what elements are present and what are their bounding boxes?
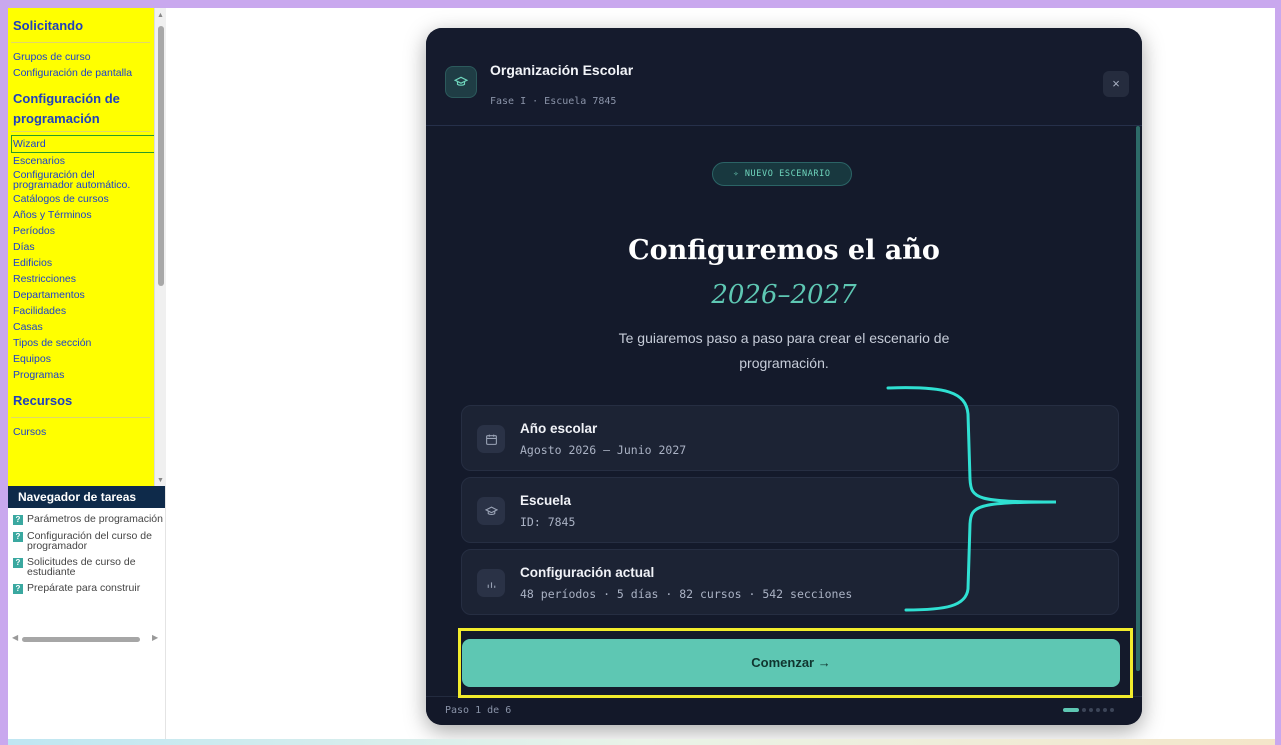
nav-item-edificios[interactable]: Edificios [8,255,154,271]
window-bottom-edge [8,739,1275,745]
wizard-year: 2026–2027 [711,280,857,310]
nav-item-casas[interactable]: Casas [8,319,154,335]
modal-scrollbar[interactable] [1136,126,1140,671]
modal-footer: Paso 1 de 6 [426,696,1142,725]
nav-item-tipos-de-seccion[interactable]: Tipos de sección [8,335,154,351]
nav-item-anos-y-terminos[interactable]: Años y Términos [8,207,154,223]
new-scenario-badge: ✧ NUEVO ESCENARIO [712,162,852,186]
step-dot [1089,708,1093,712]
card-value: Agosto 2026 – Junio 2027 [520,443,687,457]
app-window: Solicitando Grupos de curso Configuració… [8,8,1275,739]
card-value: 48 períodos · 5 días · 82 cursos · 542 s… [520,587,853,601]
nav-item-wizard[interactable]: Wizard [11,135,154,153]
wizard-description: Te guiaremos paso a paso para crear el e… [618,330,950,371]
nav-item-departamentos[interactable]: Departamentos [8,287,154,303]
task-item-label[interactable]: Parámetros de programación [23,514,163,525]
sidebar-nav: Solicitando Grupos de curso Configuració… [8,8,154,486]
step-dot [1082,708,1086,712]
scroll-right-arrow-icon[interactable]: ▶ [152,633,158,642]
close-button[interactable]: × [1103,71,1129,97]
task-item[interactable]: ? Prepárate para construir [8,583,165,594]
nav-section-title: Configuración de programación [13,91,120,126]
step-dot [1110,708,1114,712]
task-horizontal-scrollbar[interactable]: ◀ ▶ [12,633,160,644]
task-navigator-panel: Navegador de tareas ? Parámetros de prog… [8,486,166,739]
nav-item-catalogos-de-cursos[interactable]: Catálogos de cursos [8,191,154,207]
help-icon: ? [13,584,23,594]
help-icon: ? [13,558,23,568]
task-item-label[interactable]: Prepárate para construir [23,583,140,594]
task-item[interactable]: ? Configuración del curso de programador [8,531,165,551]
nav-item-programas[interactable]: Programas [8,367,154,383]
nav-item-configuracion-programador[interactable]: Configuración del programador automático… [8,169,138,191]
scroll-left-arrow-icon[interactable]: ◀ [12,633,18,642]
help-icon: ? [13,532,23,542]
task-item-label[interactable]: Configuración del curso de programador [23,531,165,552]
highlight-box-annotation [458,628,1133,698]
nav-item-periodos[interactable]: Períodos [8,223,154,239]
card-title: Configuración actual [520,565,655,580]
nav-item-facilidades[interactable]: Facilidades [8,303,154,319]
nav-item-dias[interactable]: Días [8,239,154,255]
step-dot [1096,708,1100,712]
setup-wizard-modal: Organización Escolar Fase I · Escuela 78… [426,28,1142,725]
card-value: ID: 7845 [520,515,576,529]
modal-title: Organización Escolar [490,62,634,78]
step-dot-active [1063,708,1079,712]
nav-divider [11,417,150,418]
help-icon: ? [13,515,23,525]
nav-item-escenarios[interactable]: Escenarios [8,153,154,169]
brace-annotation [886,386,1057,612]
nav-item-restricciones[interactable]: Restricciones [8,271,154,287]
nav-item-configuracion-pantalla[interactable]: Configuración de pantalla [8,65,154,81]
modal-subtitle: Fase I · Escuela 7845 [490,96,617,107]
card-title: Escuela [520,493,572,508]
graduation-cap-icon [445,66,477,98]
wizard-title: Configuremos el año [628,235,940,266]
sidebar-scrollbar[interactable]: ▲ ▼ [154,8,166,486]
bar-chart-icon [477,569,505,597]
graduation-cap-icon [477,497,505,525]
nav-divider [11,131,150,132]
scrollbar-thumb[interactable] [22,637,140,642]
nav-section-title: Recursos [13,393,73,408]
task-item[interactable]: ? Solicitudes de curso de estudiante [8,557,165,577]
nav-item-cursos[interactable]: Cursos [8,424,154,440]
step-progress-dots [1063,708,1114,712]
nav-item-grupos-de-curso[interactable]: Grupos de curso [8,49,154,65]
step-indicator: Paso 1 de 6 [445,705,512,716]
modal-header: Organización Escolar Fase I · Escuela 78… [426,28,1142,126]
card-title: Año escolar [520,421,598,436]
task-item[interactable]: ? Parámetros de programación [8,514,165,525]
scroll-up-arrow-icon[interactable]: ▲ [157,12,164,19]
nav-divider [11,42,150,43]
calendar-icon [477,425,505,453]
step-dot [1103,708,1107,712]
scrollbar-thumb[interactable] [158,26,164,286]
task-navigator-title: Navegador de tareas [8,486,165,508]
nav-section-title: Solicitando [13,18,84,33]
task-item-label[interactable]: Solicitudes de curso de estudiante [23,557,165,578]
scroll-down-arrow-icon[interactable]: ▼ [157,477,164,484]
nav-item-equipos[interactable]: Equipos [8,351,154,367]
